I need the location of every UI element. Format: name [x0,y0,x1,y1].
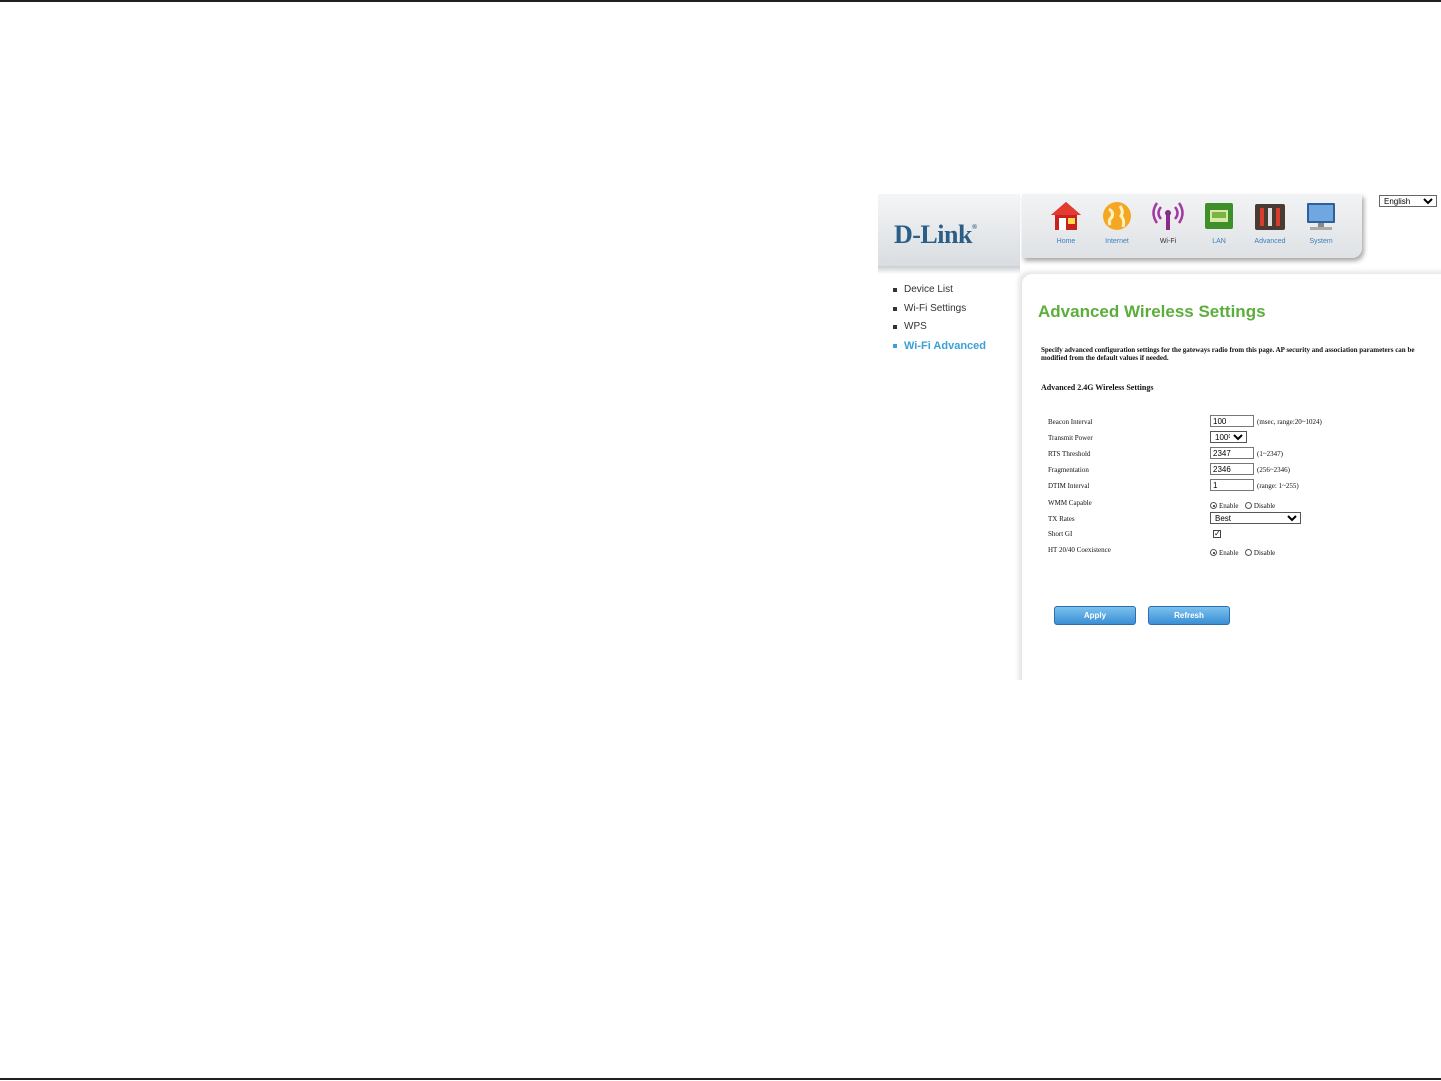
short-gi-label: Short GI [1048,530,1073,538]
nav-system[interactable]: System [1299,200,1343,254]
fragmentation-input[interactable] [1210,463,1254,475]
nav-internet[interactable]: Internet [1095,200,1139,254]
wmm-enable-label: Enable [1219,501,1239,510]
sidebar-item-wps[interactable]: WPS [890,321,986,340]
tools-icon [1253,200,1287,232]
wmm-enable-radio[interactable] [1210,502,1217,510]
wmm-disable-radio[interactable] [1244,502,1252,510]
nav-advanced-label: Advanced [1254,238,1286,245]
dtim-interval-input[interactable] [1210,479,1254,491]
dtim-interval-label: DTIM Interval [1048,482,1090,490]
rts-threshold-label: RTS Threshold [1048,450,1091,458]
tx-rates-label: TX Rates [1048,515,1075,523]
ht-disable-radio[interactable] [1244,549,1252,557]
ht-coexistence-options: Enable Disable [1210,544,1277,562]
short-gi-checkbox[interactable]: ✓ [1213,530,1221,538]
wifi-icon [1151,200,1185,232]
sidebar: Device List Wi-Fi Settings WPS Wi-Fi Adv… [890,284,986,358]
dtim-interval-hint: (range: 1~255) [1257,482,1299,490]
ht-enable-label: Enable [1219,548,1239,557]
wmm-disable-label: Disable [1253,501,1276,510]
nav-advanced[interactable]: Advanced [1248,200,1292,254]
nav-internet-label: Internet [1105,238,1129,245]
ht-enable-radio[interactable] [1210,549,1217,557]
globe-icon [1100,200,1134,232]
nav-wifi[interactable]: Wi-Fi [1146,200,1190,254]
home-icon [1049,200,1083,232]
page-title: Advanced Wireless Settings [1038,302,1266,321]
section-title: Advanced 2.4G Wireless Settings [1041,383,1154,392]
ht-disable-label: Disable [1253,548,1276,557]
nav-lan[interactable]: LAN [1197,200,1241,254]
ht-coexistence-label: HT 20/40 Coexistence [1048,546,1111,554]
sidebar-item-wifi-advanced[interactable]: Wi-Fi Advanced [890,340,986,359]
logo-shadow [878,266,1020,274]
wmm-capable-label: WMM Capable [1048,499,1092,507]
lan-icon [1202,200,1236,232]
nav-wifi-label: Wi-Fi [1159,238,1177,245]
refresh-button[interactable]: Refresh [1148,606,1230,625]
rts-threshold-hint: (1~2347) [1257,450,1283,458]
beacon-interval-input[interactable] [1210,415,1254,427]
beacon-interval-hint: (msec, range:20~1024) [1257,418,1322,426]
sidebar-item-wifi-settings[interactable]: Wi-Fi Settings [890,303,986,322]
logo-area: D-Link® [878,194,1020,266]
top-nav-bar: Home Internet Wi-Fi LAN Advanced System [1022,194,1362,258]
page-bottom-rule [0,1078,1441,1080]
nav-home[interactable]: Home [1044,200,1088,254]
beacon-interval-label: Beacon Interval [1048,418,1093,426]
dlink-logo: D-Link® [894,220,977,249]
language-select[interactable]: English [1379,195,1437,207]
router-ui-screenshot: D-Link® Home Internet Wi-Fi LAN Advanced… [878,190,1441,680]
nav-system-label: System [1309,238,1333,245]
transmit-power-select[interactable]: 100% [1210,431,1247,443]
monitor-icon [1304,200,1338,232]
nav-lan-label: LAN [1212,238,1226,245]
transmit-power-label: Transmit Power [1048,434,1093,442]
sidebar-item-device-list[interactable]: Device List [890,284,986,303]
rts-threshold-input[interactable] [1210,447,1254,459]
page-description: Specify advanced configuration settings … [1041,346,1415,362]
fragmentation-label: Fragmentation [1048,466,1089,474]
fragmentation-hint: (256~2346) [1257,466,1290,474]
page-top-rule [0,0,1441,2]
nav-home-label: Home [1056,238,1076,245]
apply-button[interactable]: Apply [1054,606,1136,625]
tx-rates-select[interactable]: Best [1210,512,1301,524]
